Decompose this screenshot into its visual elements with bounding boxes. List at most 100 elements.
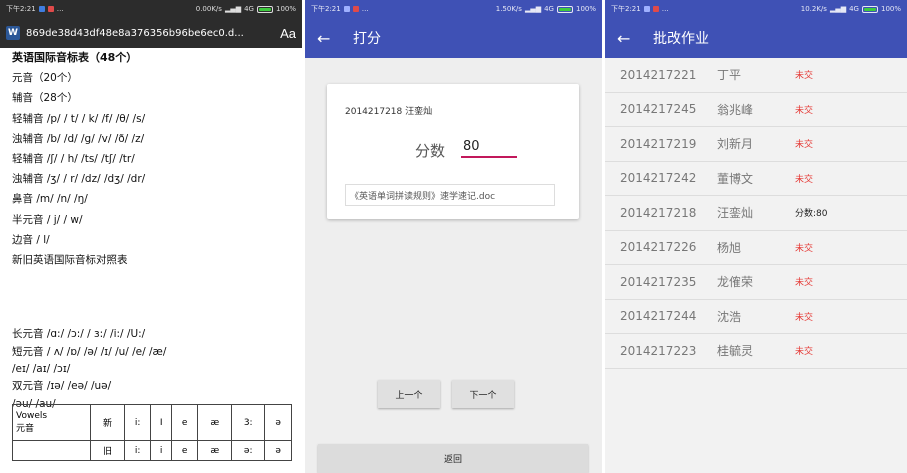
status-bar: 下午2:21 … 0.00K/s ▂▄▆ 4G 100% [0, 0, 302, 18]
status-badge: 未交 [795, 140, 814, 151]
doc-line: 英语国际音标表（48个） [12, 51, 138, 64]
document-body: 英语国际音标表（48个） 元音（20个） 辅音（28个） 轻辅音 /p/ / t… [0, 48, 302, 413]
table-row: Vowels 元音 新 i: I e æ 3: ə [12, 404, 292, 441]
document-file-name: 869de38d43df48e8a376356b96be6ec0.d... [26, 27, 244, 39]
status-bar: 下午2:21 … 1.50K/s ▂▄▆ 4G 100% [305, 0, 602, 18]
more-icon: … [661, 5, 669, 13]
battery-text: 100% [575, 5, 596, 13]
doc-line: 轻辅音 /ʃ/ / h/ /ts/ /tʃ/ /tr/ [12, 153, 135, 166]
grading-card: 2014217218 汪銮灿 分数 《英语单词拼读规则》速学速记.doc [327, 84, 579, 219]
document-header: W 869de38d43df48e8a376356b96be6ec0.d... … [0, 18, 302, 48]
app-bar: ← 打分 [305, 18, 602, 58]
student-id: 2014217221 [620, 67, 697, 82]
score-label: 分数 [415, 142, 446, 160]
status-bar: 下午2:21 … 10.2K/s ▂▄▆ 4G 100% [605, 0, 907, 18]
font-size-button[interactable]: Aa [280, 26, 296, 41]
student-name: 沈浩 [717, 309, 742, 324]
student-id: 2014217226 [620, 240, 697, 255]
battery-icon [861, 5, 878, 13]
doc-line: 长元音 /ɑ:/ /ɔ:/ / ɜ:/ /i:/ /U:/ [12, 328, 146, 341]
student-name: 杨旭 [717, 240, 742, 255]
word-file-icon: W [6, 26, 20, 40]
speed-text: 0.00K/s [195, 5, 222, 13]
notification-icon [652, 6, 659, 12]
status-badge: 未交 [795, 105, 814, 116]
back-arrow-icon[interactable]: ← [617, 29, 631, 48]
status-badge: 未交 [795, 243, 814, 254]
list-item[interactable]: 2014217219 刘新月 未交 [605, 127, 907, 162]
student-id: 2014217219 [620, 136, 697, 151]
list-item[interactable]: 2014217235 龙傕荣 未交 [605, 265, 907, 300]
list-item[interactable]: 2014217218 汪銮灿 分数:80 [605, 196, 907, 231]
table-cell: i: [123, 440, 152, 461]
list-item[interactable]: 2014217223 桂毓灵 未交 [605, 334, 907, 369]
table-cell: Vowels 元音 [12, 404, 91, 441]
time-text: 下午2:21 [311, 5, 341, 13]
table-cell: æ [197, 440, 233, 461]
student-id: 2014217235 [620, 274, 697, 289]
list-item[interactable]: 2014217226 杨旭 未交 [605, 230, 907, 265]
signal-icon: ▂▄▆ [829, 5, 847, 13]
phonetic-table: Vowels 元音 新 i: I e æ 3: ə 旧 i: i e æ ə: … [12, 404, 292, 461]
status-badge: 未交 [795, 278, 814, 289]
more-icon: … [56, 5, 64, 13]
table-cell: e [170, 404, 199, 441]
table-cell: 旧 [90, 440, 125, 461]
student-name: 桂毓灵 [717, 344, 754, 359]
status-badge: 未交 [795, 347, 814, 358]
attachment-file-link[interactable]: 《英语单词拼读规则》速学速记.doc [345, 184, 555, 206]
list-item[interactable]: 2014217242 董博文 未交 [605, 161, 907, 196]
score-input[interactable] [461, 136, 517, 158]
student-id: 2014217245 [620, 102, 697, 117]
grading-screen: 下午2:21 … 1.50K/s ▂▄▆ 4G 100% ← 打分 201421… [305, 0, 602, 473]
signal-icon: ▂▄▆ [524, 5, 542, 13]
signal-icon: ▂▄▆ [224, 5, 242, 13]
student-info: 2014217218 汪銮灿 [345, 107, 433, 117]
status-badge: 分数:80 [795, 209, 828, 220]
return-button[interactable]: 返回 [318, 444, 588, 473]
notification-icon [643, 6, 650, 12]
notification-icon [38, 6, 45, 12]
student-id: 2014217242 [620, 171, 697, 186]
next-button[interactable]: 下一个 [452, 380, 514, 408]
table-cell: e [170, 440, 199, 461]
list-item[interactable]: 2014217244 沈浩 未交 [605, 299, 907, 334]
doc-line: 元音（20个） [12, 72, 78, 85]
status-badge: 未交 [795, 174, 814, 185]
status-badge: 未交 [795, 71, 814, 82]
doc-line: 新旧英语国际音标对照表 [12, 254, 128, 267]
doc-line: 鼻音 /m/ /n/ /ŋ/ [12, 193, 88, 206]
battery-icon [556, 5, 573, 13]
more-icon: … [361, 5, 369, 13]
student-name: 翁兆峰 [717, 102, 754, 117]
doc-line: 轻辅音 /p/ / t/ / k/ /f/ /θ/ /s/ [12, 112, 146, 125]
status-badge: 未交 [795, 312, 814, 323]
speed-text: 1.50K/s [495, 5, 522, 13]
list-item[interactable]: 2014217245 翁兆峰 未交 [605, 92, 907, 127]
doc-line: 短元音 / ʌ/ /ɒ/ /ə/ /ɪ/ /u/ /e/ /æ/ [12, 345, 167, 358]
homework-list: 2014217221 丁平 未交 2014217245 翁兆峰 未交 2014217219 刘… [605, 58, 907, 369]
student-name: 汪銮灿 [717, 206, 754, 221]
network-text: 4G [244, 5, 254, 13]
doc-line: 辅音（28个） [12, 92, 78, 105]
student-name: 龙傕荣 [717, 275, 754, 290]
student-name: 董博文 [717, 171, 754, 186]
table-cell: 新 [90, 404, 125, 441]
table-cell: 3: [231, 404, 266, 441]
battery-text: 100% [275, 5, 296, 13]
time-text: 下午2:21 [6, 5, 36, 13]
back-arrow-icon[interactable]: ← [317, 29, 331, 48]
table-cell: i [150, 440, 172, 461]
doc-line: 浊辅音 /ʒ/ / r/ /dz/ /dʒ/ /dr/ [12, 173, 146, 186]
table-cell: æ [197, 404, 233, 441]
table-cell: ə: [231, 440, 266, 461]
doc-line: 边音 / l/ [12, 233, 50, 246]
previous-button[interactable]: 上一个 [378, 380, 440, 408]
time-text: 下午2:21 [611, 5, 641, 13]
page-title: 打分 [353, 31, 381, 47]
student-name: 丁平 [717, 68, 742, 83]
battery-text: 100% [880, 5, 901, 13]
screens: 下午2:21 … 0.00K/s ▂▄▆ 4G 100% W 869de38d4… [0, 0, 907, 473]
list-item[interactable]: 2014217221 丁平 未交 [605, 58, 907, 93]
student-id: 2014217223 [620, 343, 697, 358]
